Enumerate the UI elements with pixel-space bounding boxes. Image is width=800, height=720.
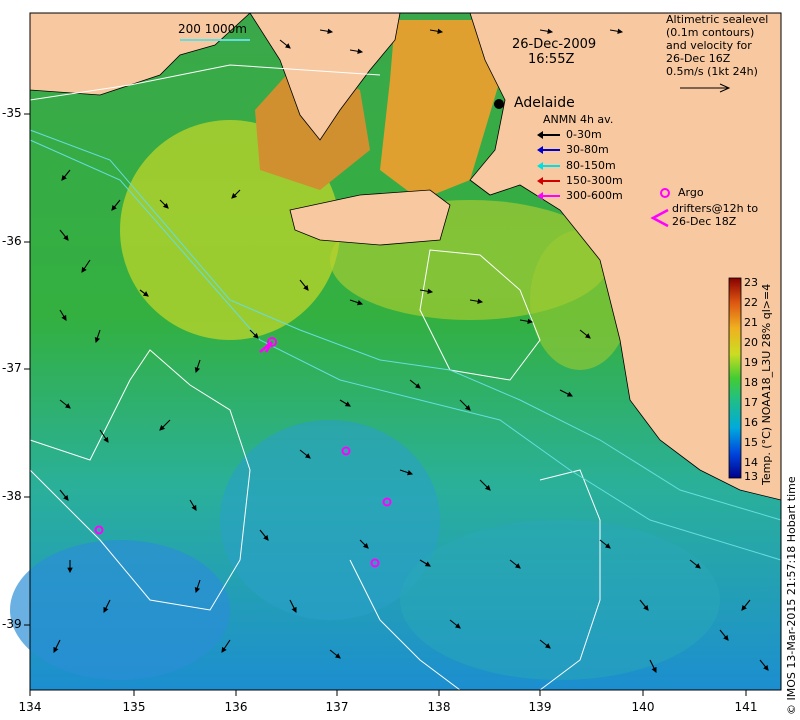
date-label: 26-Dec-2009: [512, 37, 597, 52]
x-tick-label: 140: [631, 700, 655, 714]
anmn-legend-item: 30-80m: [566, 143, 609, 156]
x-tick-label: 138: [427, 700, 451, 714]
x-tick-label: 135: [122, 700, 146, 714]
x-tick-label: 141: [734, 700, 758, 714]
colorbar-tick: 16: [744, 416, 758, 429]
colorbar-tick: 19: [744, 356, 758, 369]
altimetry-line: and velocity for: [666, 39, 752, 52]
x-tick-label: 136: [224, 700, 248, 714]
anmn-legend-item: 80-150m: [566, 159, 616, 172]
argo-legend-label: Argo: [678, 186, 704, 199]
y-tick-label: -37: [2, 361, 22, 375]
x-tick-label: 139: [528, 700, 552, 714]
colorbar-tick: 21: [744, 316, 758, 329]
altimetry-line: 0.5m/s (1kt 24h): [666, 65, 758, 78]
colorbar-tick: 14: [744, 456, 758, 469]
altimetry-line: 26-Dec 16Z: [666, 52, 731, 65]
cool-patch: [10, 540, 230, 680]
argo-legend-line: drifters@12h to: [672, 202, 759, 215]
colorbar-tick: 18: [744, 376, 758, 389]
argo-legend-line: 26-Dec 18Z: [672, 215, 737, 228]
sst-map: [10, 12, 782, 696]
anmn-legend: ANMN 4h av.: [543, 113, 613, 126]
credit-label: © IMOS 13-Mar-2015 21:57:18 Hobart time: [785, 476, 798, 715]
colorbar: [728, 277, 742, 479]
time-label: 16:55Z: [528, 52, 575, 67]
colorbar-tick: 22: [744, 296, 758, 309]
y-tick-label: -35: [2, 106, 22, 120]
cool-patch: [400, 520, 720, 680]
colorbar-tick: 13: [744, 470, 758, 483]
anmn-legend-title: ANMN 4h av.: [543, 113, 614, 126]
city-label: Adelaide: [514, 95, 575, 111]
x-tick-label: 134: [18, 700, 42, 714]
y-tick-label: -39: [2, 617, 22, 631]
colorbar-tick: 17: [744, 396, 758, 409]
colorbar-tick: 23: [744, 276, 758, 289]
adelaide-marker: [494, 99, 504, 109]
anmn-legend-item: 150-300m: [566, 174, 623, 187]
x-tick-label: 137: [325, 700, 349, 714]
altimetry-line: (0.1m contours): [666, 26, 755, 39]
colorbar-title: Temp. (°C) NOAA18_L3U 28% ql>=4: [760, 283, 773, 485]
y-tick-label: -38: [2, 489, 22, 503]
colorbar-tick: 15: [744, 436, 758, 449]
altimetry-legend: Altimetric sealevel (0.1m contours) and …: [666, 13, 768, 78]
anmn-legend-item: 300-600m: [566, 189, 623, 202]
colorbar-tick: 20: [744, 336, 758, 349]
y-tick-label: -36: [2, 234, 22, 248]
anmn-legend-item: 0-30m: [566, 128, 602, 141]
scale-label: 200 1000m: [178, 22, 247, 36]
altimetry-line: Altimetric sealevel: [666, 13, 769, 26]
